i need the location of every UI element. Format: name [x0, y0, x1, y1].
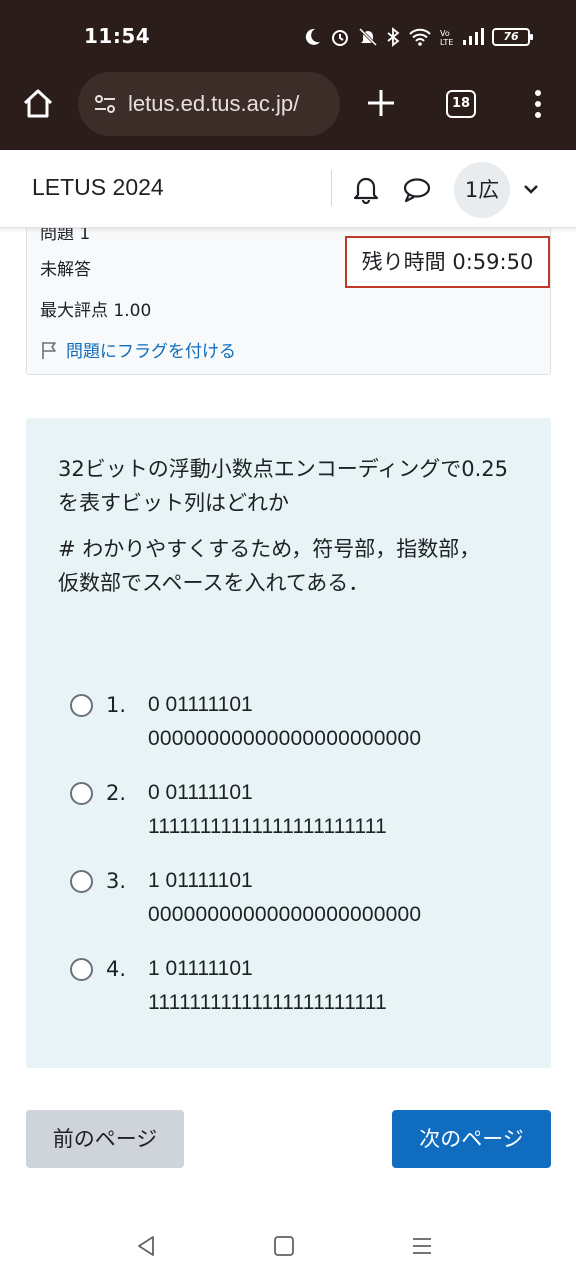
- signal-icon: [463, 28, 484, 45]
- bell-off-icon: [358, 27, 378, 47]
- question-content: 32ビットの浮動小数点エンコーディングで0.25を表すビット列はどれか # わか…: [26, 418, 551, 1068]
- site-header: LETUS 2024 1広: [0, 150, 576, 228]
- question-text: 32ビットの浮動小数点エンコーディングで0.25を表すビット列はどれか: [58, 457, 509, 515]
- header-divider: [331, 170, 332, 206]
- status-bar: 11:54 Vo LTE 76: [0, 0, 576, 72]
- option-bits-line2: 11111111111111111111111: [148, 991, 387, 1014]
- more-vert-icon[interactable]: [528, 88, 548, 120]
- question-note: # わかりやすくするため，符号部，指数部，仮数部でスペースを入れてある．: [58, 537, 481, 595]
- browser-toolbar: letus.ed.tus.ac.jp/ 18: [0, 72, 576, 150]
- system-nav-bar: [0, 1210, 576, 1280]
- status-time: 11:54: [84, 24, 151, 48]
- answer-option-2[interactable]: 2. 0 01111101 11111111111111111111111: [70, 776, 510, 848]
- max-grade: 最大評点 1.00: [40, 301, 152, 321]
- back-icon[interactable]: [134, 1234, 158, 1258]
- radio-button[interactable]: [70, 870, 93, 893]
- quiz-timer: 残り時間 0:59:50: [345, 236, 550, 288]
- flag-question-label: 問題にフラグを付ける: [66, 342, 236, 362]
- option-bits-line1: 0 01111101: [148, 781, 253, 804]
- site-settings-icon[interactable]: [92, 91, 118, 117]
- answer-option-1[interactable]: 1. 0 01111101 00000000000000000000000: [70, 688, 510, 760]
- option-bits-line2: 00000000000000000000000: [148, 903, 422, 926]
- radio-button[interactable]: [70, 782, 93, 805]
- radio-button[interactable]: [70, 958, 93, 981]
- recent-apps-icon[interactable]: [410, 1234, 434, 1258]
- option-number: 2.: [106, 781, 127, 805]
- svg-text:LTE: LTE: [440, 38, 453, 47]
- flag-question-link[interactable]: 問題にフラグを付ける: [40, 337, 236, 362]
- svg-text:Vo: Vo: [440, 29, 450, 38]
- question-state: 未解答: [40, 260, 91, 280]
- tabs-icon[interactable]: 18: [446, 90, 476, 118]
- answer-option-4[interactable]: 4. 1 01111101 11111111111111111111111: [70, 952, 510, 1024]
- site-title[interactable]: LETUS 2024: [32, 174, 164, 201]
- option-number: 1.: [106, 693, 127, 717]
- radio-button[interactable]: [70, 694, 93, 717]
- plus-icon[interactable]: [364, 86, 398, 120]
- address-bar[interactable]: letus.ed.tus.ac.jp/: [78, 72, 340, 136]
- url-text: letus.ed.tus.ac.jp/: [128, 91, 300, 116]
- previous-page-button[interactable]: 前のページ: [26, 1110, 184, 1168]
- moon-icon: [305, 28, 320, 45]
- option-number: 3.: [106, 869, 127, 893]
- home-icon[interactable]: [20, 86, 56, 122]
- wifi-icon: [409, 28, 431, 46]
- option-bits-line1: 1 01111101: [148, 869, 253, 892]
- chevron-down-icon[interactable]: [522, 182, 540, 196]
- flag-icon: [42, 341, 56, 359]
- battery-icon: 76: [492, 28, 533, 46]
- option-bits-line1: 1 01111101: [148, 957, 253, 980]
- answer-option-3[interactable]: 3. 1 01111101 00000000000000000000000: [70, 864, 510, 936]
- volte-icon: VoLTE: [440, 29, 453, 47]
- bell-icon[interactable]: [352, 174, 380, 204]
- next-page-button[interactable]: 次のページ: [392, 1110, 551, 1168]
- chat-icon[interactable]: [402, 176, 432, 204]
- option-bits-line1: 0 01111101: [148, 693, 253, 716]
- status-icons: Vo LTE 76: [302, 24, 533, 50]
- option-bits-line2: 11111111111111111111111: [148, 815, 387, 838]
- alarm-icon: [332, 30, 348, 46]
- option-bits-line2: 00000000000000000000000: [148, 727, 422, 750]
- home-square-icon[interactable]: [272, 1234, 296, 1258]
- bluetooth-icon: [387, 27, 400, 47]
- option-number: 4.: [106, 957, 127, 981]
- avatar[interactable]: 1広: [454, 162, 510, 218]
